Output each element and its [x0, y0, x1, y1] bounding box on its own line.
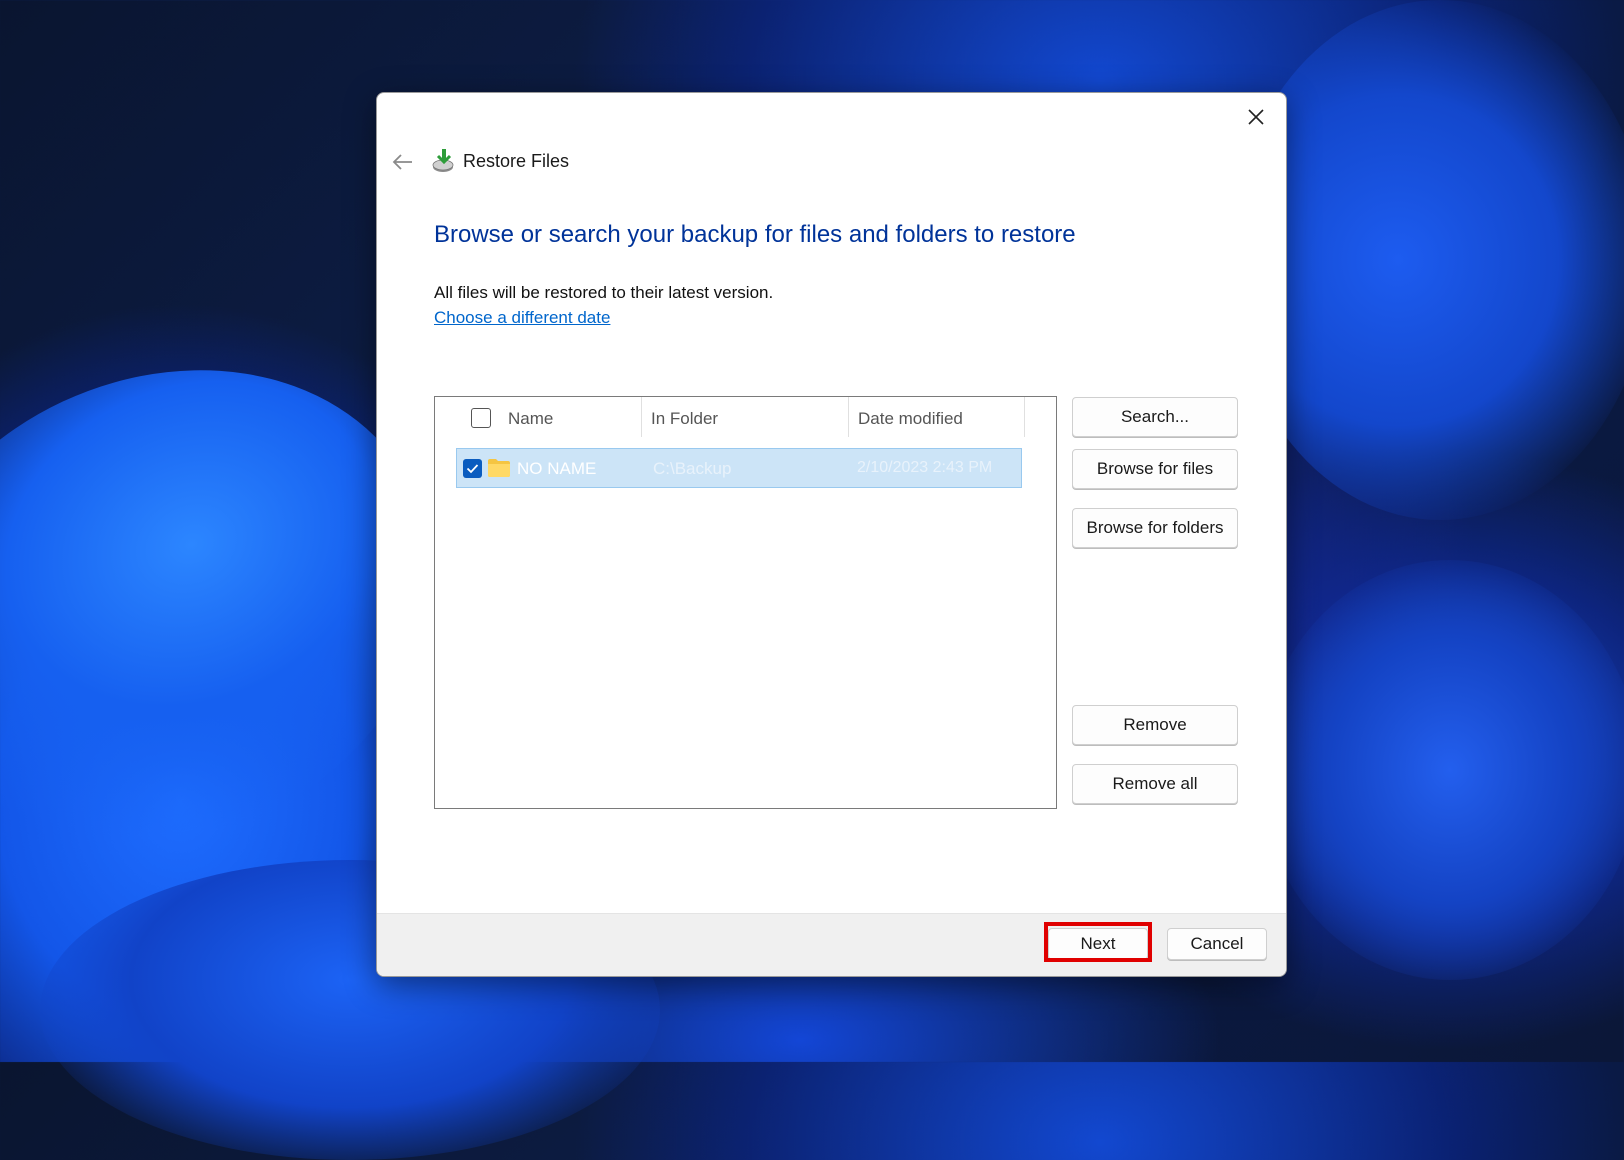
column-header-in-folder[interactable]: In Folder	[651, 409, 718, 429]
next-button[interactable]: Next	[1048, 928, 1148, 960]
restore-items-list[interactable]: Name In Folder Date modified NO NAME C:\…	[434, 396, 1057, 809]
dialog-footer: Next Cancel	[377, 913, 1286, 976]
back-arrow-icon	[392, 154, 412, 170]
remove-all-button[interactable]: Remove all	[1072, 764, 1238, 804]
checkmark-icon	[466, 464, 479, 474]
choose-date-link[interactable]: Choose a different date	[434, 308, 610, 328]
column-divider[interactable]	[848, 397, 849, 437]
info-text: All files will be restored to their late…	[434, 283, 774, 302]
item-folder: C:\Backup	[653, 459, 732, 478]
column-divider[interactable]	[1024, 397, 1025, 437]
search-button[interactable]: Search...	[1072, 397, 1238, 437]
browse-folders-button[interactable]: Browse for folders	[1072, 508, 1238, 548]
folder-icon	[488, 459, 510, 477]
window-title: Restore Files	[463, 151, 570, 171]
page-heading: Browse or search your backup for files a…	[434, 221, 1076, 248]
close-button[interactable]	[1238, 99, 1274, 135]
column-divider[interactable]	[641, 397, 642, 437]
item-name: NO NAME	[517, 459, 597, 478]
item-checkbox[interactable]	[463, 459, 482, 478]
column-header-name[interactable]: Name	[508, 409, 553, 429]
column-header-date-modified[interactable]: Date modified	[858, 409, 963, 429]
file-history-icon	[432, 149, 454, 172]
restore-files-dialog: Restore Files Browse or search your back…	[376, 92, 1287, 977]
select-all-checkbox[interactable]	[471, 408, 491, 428]
remove-button[interactable]: Remove	[1072, 705, 1238, 745]
wallpaper-swirl	[1230, 0, 1624, 520]
item-date-modified: 2/10/2023 2:43 PM	[857, 459, 993, 476]
close-icon	[1248, 109, 1264, 125]
browse-files-button[interactable]: Browse for files	[1072, 449, 1238, 489]
list-header: Name In Folder Date modified	[435, 397, 1056, 439]
wallpaper-swirl	[1260, 560, 1624, 980]
list-item[interactable]: NO NAME C:\Backup 2/10/2023 2:43 PM	[456, 448, 1022, 488]
back-button[interactable]	[387, 147, 417, 177]
cancel-button[interactable]: Cancel	[1167, 928, 1267, 960]
